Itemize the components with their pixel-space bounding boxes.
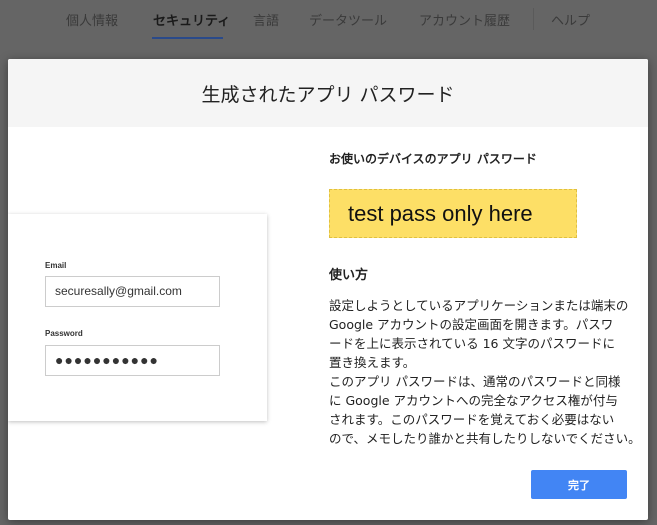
top-nav: 個人情報 セキュリティ 言語 データツール アカウント履歴 ヘルプ xyxy=(0,0,657,42)
nav-security[interactable]: セキュリティ xyxy=(153,10,230,29)
howto-line: ので、メモしたり誰かと共有したりしないでください。 xyxy=(329,431,641,446)
howto-line: されます。このパスワードを覚えておく必要はない xyxy=(329,412,615,427)
howto-line: Google アカウントの設定画面を開きます。パスワ xyxy=(329,317,614,332)
howto-line: 設定しようとしているアプリケーションまたは端末の xyxy=(329,298,629,313)
active-tab-indicator xyxy=(152,37,223,39)
password-heading: お使いのデバイスのアプリ パスワード xyxy=(329,152,537,166)
login-illustration: Email securesally@gmail.com Password ●●●… xyxy=(8,214,267,421)
nav-help[interactable]: ヘルプ xyxy=(551,10,590,29)
howto-line: このアプリ パスワードは、通常のパスワードと同様 xyxy=(329,374,621,389)
nav-personal-info[interactable]: 個人情報 xyxy=(66,10,118,29)
nav-account-history[interactable]: アカウント履歴 xyxy=(419,10,510,29)
howto-line: 置き換えます。 xyxy=(329,355,416,370)
done-button[interactable]: 完了 xyxy=(531,470,627,499)
password-field: ●●●●●●●●●●● xyxy=(45,345,220,376)
dialog-title: 生成されたアプリ パスワード xyxy=(8,59,648,127)
howto-line: に Google アカウントへの完全なアクセス権が付与 xyxy=(329,393,618,408)
nav-data-tools[interactable]: データツール xyxy=(309,10,387,29)
app-password-dialog: 生成されたアプリ パスワード Email securesally@gmail.c… xyxy=(8,59,648,520)
howto-line: ードを上に表示されている 16 文字のパスワードに xyxy=(329,336,615,351)
generated-password[interactable]: test pass only here xyxy=(329,189,577,238)
nav-divider xyxy=(533,8,534,30)
email-field: securesally@gmail.com xyxy=(45,276,220,307)
email-label: Email xyxy=(45,261,67,270)
howto-text: 設定しようとしているアプリケーションまたは端末の Google アカウントの設定… xyxy=(329,296,641,448)
nav-language[interactable]: 言語 xyxy=(253,10,279,29)
password-label: Password xyxy=(45,329,83,338)
howto-heading: 使い方 xyxy=(329,268,369,283)
